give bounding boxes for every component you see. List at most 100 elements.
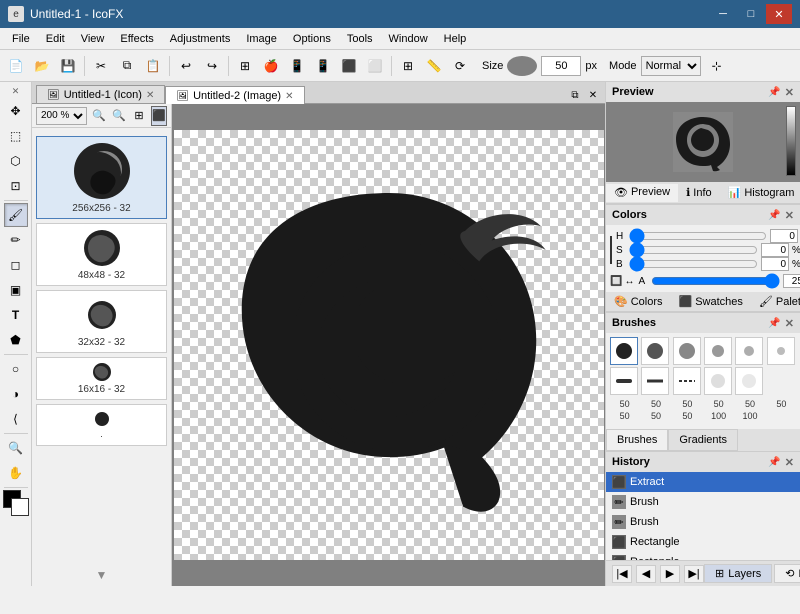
colors-pin[interactable]: 📌 [768,210,780,221]
pressure-button[interactable]: ⊹ [705,54,729,78]
history-pin[interactable]: 📌 [768,457,780,468]
zoom-out-button[interactable]: 🔍 [91,106,107,126]
brushes-close[interactable]: ✕ [785,317,794,330]
brush-item-1[interactable] [641,337,669,365]
export-button[interactable]: ⬛ [337,54,361,78]
brush-item-8[interactable] [673,367,701,395]
menu-help[interactable]: Help [436,28,475,50]
alpha-value[interactable] [783,274,800,288]
bri-value[interactable] [761,257,789,271]
hue-value[interactable] [770,229,798,243]
color-tool-2[interactable]: ↔ [624,276,634,287]
colors-close[interactable]: ✕ [785,209,794,222]
cut-button[interactable]: ✂ [89,54,113,78]
tab-icon[interactable]: 🖼 Untitled-1 (Icon) ✕ [36,85,165,103]
tab-palette[interactable]: 🖌 Palette [751,292,800,311]
copy-button[interactable]: ⧉ [115,54,139,78]
history-item-1[interactable]: ✏ Brush [606,492,800,512]
menu-effects[interactable]: Effects [112,28,161,50]
brush-item-6[interactable] [610,367,638,395]
history-next-button[interactable]: ▶ [660,565,680,583]
history-first-button[interactable]: |◀ [612,565,632,583]
size-input[interactable] [541,56,581,76]
mode-select[interactable]: Normal Multiply Screen [641,56,701,76]
grid-button[interactable]: ⊞ [396,54,420,78]
zoom-select[interactable]: 200 % 100 % 50 % [36,107,87,125]
history-item-3[interactable]: ⬛ Rectangle [606,532,800,552]
minimize-button[interactable]: ─ [710,4,736,24]
tool-eraser[interactable]: ◻ [4,253,28,277]
tab-gradients[interactable]: Gradients [668,429,738,451]
brush-item-0[interactable] [610,337,638,365]
tool-shape[interactable]: ⬟ [4,328,28,352]
history-item-0[interactable]: ⬛ Extract [606,472,800,492]
tool-eyedropper[interactable]: ⟨ [4,407,28,431]
tab-preview[interactable]: 👁 Preview [606,184,678,202]
thumb-16[interactable]: 16x16 - 32 [36,357,167,400]
menu-options[interactable]: Options [285,28,339,50]
tab-image[interactable]: 🖼 Untitled-2 (Image) ✕ [165,86,304,104]
thumb-256[interactable]: 256x256 - 32 [36,136,167,219]
thumb-48[interactable]: 48x48 - 32 [36,223,167,286]
brush-item-9[interactable] [704,367,732,395]
tab-swatches[interactable]: ⬛ Swatches [671,292,751,311]
brush-item-3[interactable] [704,337,732,365]
menu-tools[interactable]: Tools [339,28,381,50]
tool-brush[interactable]: 🖌 [4,203,28,227]
brushes-pin[interactable]: 📌 [768,318,780,329]
tool-lasso[interactable]: ⬡ [4,149,28,173]
history-last-button[interactable]: ▶| [684,565,704,583]
hue-slider[interactable] [629,230,767,242]
preview-close[interactable]: ✕ [785,86,794,99]
tab-info[interactable]: ℹ Info [678,184,720,201]
color-picker[interactable] [3,490,29,516]
misc-button[interactable]: 📱 [311,54,335,78]
ruler-button[interactable]: 📏 [422,54,446,78]
canvas-area[interactable] [172,104,605,586]
pixel-view-button[interactable]: ⬛ [151,106,167,126]
menu-view[interactable]: View [73,28,113,50]
sat-slider[interactable] [629,244,758,256]
tool-blur[interactable]: ○ [4,357,28,381]
preview-pin[interactable]: 📌 [768,87,780,98]
history-item-4[interactable]: ⬛ Rectangle [606,552,800,560]
transform-button[interactable]: ⟳ [448,54,472,78]
tool-text[interactable]: T [4,303,28,327]
tab-layers-bottom[interactable]: ⊞ Layers [704,564,772,583]
brush-item-10[interactable] [735,367,763,395]
maximize-button[interactable]: □ [738,4,764,24]
tab-image-close[interactable]: ✕ [285,91,293,102]
color-tool-1[interactable]: 🔲 [610,276,622,287]
new-button[interactable]: 📄 [4,54,28,78]
menu-adjustments[interactable]: Adjustments [162,28,239,50]
paste-button[interactable]: 📋 [141,54,165,78]
tab-float-button[interactable]: ⧉ [567,87,583,103]
tool-crop[interactable]: ⊡ [4,174,28,198]
tool-hand[interactable]: ✋ [4,461,28,485]
brush-item-2[interactable] [673,337,701,365]
toolbox-close[interactable]: ✕ [3,84,29,98]
tool-brightness[interactable]: ◑ [4,382,28,406]
tab-icon-close[interactable]: ✕ [146,90,154,101]
menu-window[interactable]: Window [381,28,436,50]
android-button[interactable]: 📱 [285,54,309,78]
tab-history-bottom[interactable]: ⟲ History [774,564,800,583]
sat-value[interactable] [761,243,789,257]
tool-zoom[interactable]: 🔍 [4,436,28,460]
brush-item-4[interactable] [735,337,763,365]
open-button[interactable]: 📂 [30,54,54,78]
brush-item-7[interactable] [641,367,669,395]
history-prev-button[interactable]: ◀ [636,565,656,583]
menu-image[interactable]: Image [238,28,285,50]
import-button[interactable]: ⬜ [363,54,387,78]
zoom-in-button[interactable]: 🔍 [111,106,127,126]
menu-file[interactable]: File [4,28,38,50]
redo-button[interactable]: ↪ [200,54,224,78]
thumb-small[interactable]: · [36,404,167,446]
close-button[interactable]: ✕ [766,4,792,24]
alpha-slider[interactable] [651,275,780,287]
menu-edit[interactable]: Edit [38,28,73,50]
tool-move[interactable]: ✥ [4,99,28,123]
tab-histogram[interactable]: 📊 Histogram [720,184,800,201]
tool-fill[interactable]: ▣ [4,278,28,302]
